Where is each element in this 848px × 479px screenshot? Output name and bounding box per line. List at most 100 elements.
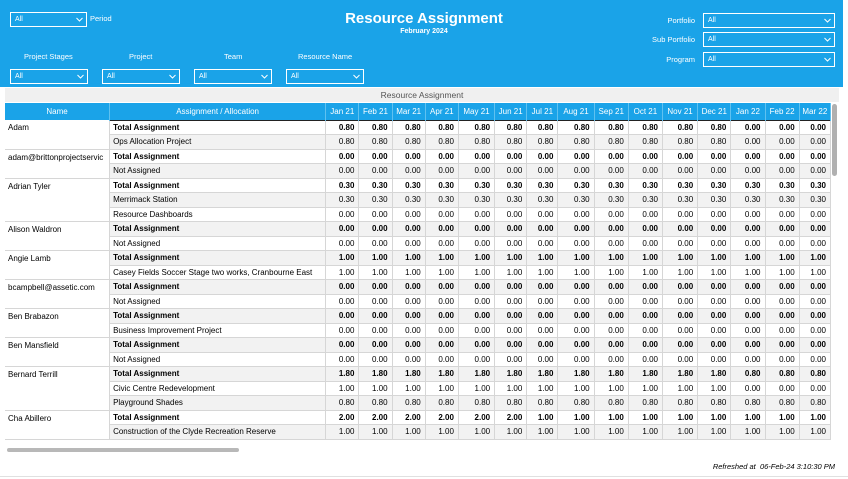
program-dropdown[interactable]: All	[703, 52, 835, 67]
allocation-label: Not Assigned	[109, 163, 327, 179]
allocation-value-cell: 0.80	[662, 134, 699, 150]
resource-name-cell[interactable]: bcampbell@assetic.com	[5, 279, 111, 309]
allocation-value-cell: 0.00	[799, 337, 831, 353]
resource-name-cell[interactable]: adam@brittonprojectservic	[5, 149, 111, 179]
allocation-value-cell: 0.30	[799, 192, 831, 208]
allocation-value-cell: 1.80	[494, 366, 528, 382]
column-header-month[interactable]: Oct 21	[628, 103, 663, 120]
allocation-value-cell: 0.00	[594, 294, 629, 309]
allocation-value-cell: 1.00	[662, 250, 699, 266]
chevron-down-icon	[823, 33, 832, 46]
allocation-value-cell: 0.00	[557, 337, 595, 353]
allocation-value-cell: 0.00	[765, 119, 800, 135]
allocation-value-cell: 0.30	[392, 192, 426, 208]
allocation-value-cell: 1.00	[458, 381, 496, 396]
allocation-value-cell: 0.00	[325, 308, 360, 324]
resource-name-dropdown[interactable]: All	[286, 69, 364, 84]
allocation-value-cell: 1.00	[594, 424, 629, 440]
allocation-value-cell: 0.80	[392, 395, 426, 411]
allocation-value-cell: 0.00	[662, 148, 699, 164]
allocation-value-cell: 1.00	[697, 265, 732, 280]
allocation-value-cell: 0.00	[425, 294, 459, 309]
resource-name-cell[interactable]: Cha Abillero	[5, 410, 111, 440]
allocation-value-cell: 0.80	[358, 119, 393, 135]
column-header-name[interactable]: Name	[5, 103, 111, 120]
allocation-value-cell: 1.00	[594, 381, 629, 396]
portfolio-dropdown[interactable]: All	[703, 13, 835, 28]
project-stages-dropdown[interactable]: All	[10, 69, 88, 84]
resource-name-cell[interactable]: Adam	[5, 120, 111, 150]
allocation-value-cell: 0.00	[628, 308, 663, 324]
team-dropdown[interactable]: All	[194, 69, 272, 84]
allocation-value-cell: 0.00	[458, 221, 496, 237]
allocation-value-cell: 0.00	[594, 323, 629, 338]
allocation-value-cell: 0.30	[765, 177, 800, 193]
allocation-value-cell: 0.00	[730, 381, 766, 396]
allocation-value-cell: 0.00	[730, 236, 766, 251]
allocation-value-cell: 0.30	[494, 192, 528, 208]
allocation-value-cell: 0.00	[799, 236, 831, 251]
allocation-value-cell: 0.00	[494, 323, 528, 338]
total-assignment-label: Total Assignment	[109, 308, 327, 324]
resource-name-cell[interactable]: Ben Mansfield	[5, 337, 111, 367]
column-header-month[interactable]: Jan 21	[325, 103, 360, 120]
column-header-month[interactable]: Sep 21	[594, 103, 629, 120]
resource-name-cell[interactable]: Angie Lamb	[5, 250, 111, 280]
project-dropdown[interactable]: All	[102, 69, 180, 84]
allocation-value-cell: 1.80	[458, 366, 496, 382]
allocation-value-cell: 0.80	[799, 366, 831, 382]
footer-divider	[0, 476, 848, 477]
vertical-scrollbar[interactable]	[832, 104, 837, 444]
resource-name-cell[interactable]: Alison Waldron	[5, 221, 111, 251]
column-header-month[interactable]: Feb 22	[765, 103, 800, 120]
total-assignment-label: Total Assignment	[109, 221, 327, 237]
column-header-month[interactable]: May 21	[458, 103, 496, 120]
column-header-month[interactable]: Apr 21	[425, 103, 459, 120]
allocation-value-cell: 1.80	[325, 366, 360, 382]
column-header-month[interactable]: Jan 22	[730, 103, 766, 120]
allocation-value-cell: 1.00	[458, 265, 496, 280]
column-header-month[interactable]: Nov 21	[662, 103, 699, 120]
allocation-value-cell: 0.00	[557, 148, 595, 164]
sub-portfolio-dropdown[interactable]: All	[703, 32, 835, 47]
filter-label-project-stages: Project Stages	[24, 52, 73, 61]
column-header-month[interactable]: Jun 21	[494, 103, 528, 120]
allocation-value-cell: 0.00	[458, 163, 496, 179]
allocation-value-cell: 1.00	[392, 381, 426, 396]
allocation-value-cell: 1.00	[697, 424, 732, 440]
allocation-value-cell: 0.00	[799, 308, 831, 324]
resource-name-cell[interactable]: Adrian Tyler	[5, 178, 111, 222]
allocation-value-cell: 0.00	[765, 294, 800, 309]
allocation-value-cell: 0.00	[358, 236, 393, 251]
column-header-month[interactable]: Aug 21	[557, 103, 595, 120]
column-header-allocation[interactable]: Assignment / Allocation	[109, 103, 327, 120]
allocation-value-cell: 0.00	[662, 221, 699, 237]
allocation-value-cell: 0.00	[662, 323, 699, 338]
allocation-value-cell: 0.80	[628, 395, 663, 411]
allocation-value-cell: 0.00	[425, 236, 459, 251]
allocation-value-cell: 0.00	[392, 323, 426, 338]
allocation-value-cell: 0.00	[697, 308, 732, 324]
resource-name-cell[interactable]: Bernard Terrill	[5, 366, 111, 411]
project-value: All	[107, 73, 115, 80]
resource-matrix[interactable]: Name Assignment / Allocation Jan 21 Feb 2…	[5, 103, 831, 447]
allocation-value-cell: 0.00	[392, 148, 426, 164]
allocation-value-cell: 1.00	[494, 424, 528, 440]
allocation-value-cell: 0.00	[325, 148, 360, 164]
vertical-scrollbar-thumb[interactable]	[832, 104, 837, 176]
allocation-value-cell: 0.00	[392, 207, 426, 222]
allocation-value-cell: 1.00	[526, 409, 559, 425]
column-header-month[interactable]: Feb 21	[358, 103, 393, 120]
column-header-month[interactable]: Mar 21	[392, 103, 426, 120]
allocation-label: Resource Dashboards	[109, 207, 327, 222]
resource-name-cell[interactable]: Ben Brabazon	[5, 308, 111, 338]
chevron-down-icon	[260, 70, 269, 83]
allocation-value-cell: 0.00	[392, 163, 426, 179]
allocation-value-cell: 0.00	[358, 294, 393, 309]
column-header-month[interactable]: Mar 22	[799, 103, 831, 120]
allocation-value-cell: 0.00	[358, 221, 393, 237]
allocation-value-cell: 0.00	[730, 279, 766, 295]
column-header-month[interactable]: Dec 21	[697, 103, 732, 120]
column-header-month[interactable]: Jul 21	[526, 103, 559, 120]
horizontal-scrollbar[interactable]	[7, 448, 239, 452]
